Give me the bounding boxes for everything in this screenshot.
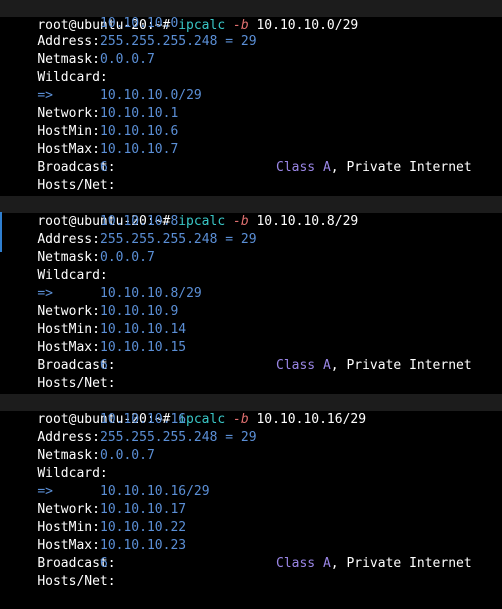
hosts-net-row: Hosts/Net: 6 Class A, Private Internet xyxy=(6,357,471,391)
wildcard-row: Wildcard: 0.0.0.7 xyxy=(6,249,154,283)
network-value: 10.10.10.0/29 xyxy=(100,88,202,103)
class-description: , Private Internet xyxy=(330,556,472,571)
hosts-net-label: Hosts/Net: xyxy=(37,376,116,391)
command-flag: -b xyxy=(233,214,249,229)
hostmax-row: HostMax: 10.10.10.14 xyxy=(6,321,186,355)
hostmin-row: HostMin: 10.10.10.9 xyxy=(6,303,178,337)
netmask-value: 255.255.255.248 = 29 xyxy=(100,34,257,49)
arrow-row: => xyxy=(6,465,53,499)
network-value: 10.10.10.8/29 xyxy=(100,286,202,301)
command-name: ipcalc xyxy=(178,18,226,33)
hostmin-value: 10.10.10.1 xyxy=(100,106,179,121)
command-argument: 10.10.10.0/29 xyxy=(256,18,359,33)
command-line[interactable]: root@ubuntu-20:~# ipcalc -b 10.10.10.16/… xyxy=(6,393,366,427)
network-row: Network: 10.10.10.0/29 xyxy=(6,87,201,121)
address-value: 10.10.10.0 xyxy=(100,16,179,31)
netmask-row: Netmask: 255.255.255.248 = 29 xyxy=(6,429,256,463)
wildcard-value: 0.0.0.7 xyxy=(100,448,155,463)
hosts-net-label: Hosts/Net: xyxy=(37,574,116,589)
hostmax-value: 10.10.10.14 xyxy=(100,322,187,337)
broadcast-row: Broadcast: 10.10.10.23 xyxy=(6,537,186,571)
network-class: Class A, Private Internet xyxy=(276,357,472,375)
wildcard-value: 0.0.0.7 xyxy=(100,52,155,67)
hostmax-value: 10.10.10.6 xyxy=(100,124,179,139)
network-row: Network: 10.10.10.16/29 xyxy=(6,483,209,517)
netmask-value: 255.255.255.248 = 29 xyxy=(100,232,257,247)
command-argument: 10.10.10.8/29 xyxy=(256,214,359,229)
hosts-net-row: Hosts/Net: 6 Class A, Private Internet xyxy=(6,555,471,589)
class-description: , Private Internet xyxy=(330,358,472,373)
command-flag: -b xyxy=(233,412,249,427)
netmask-row: Netmask: 255.255.255.248 = 29 xyxy=(6,231,256,265)
broadcast-row: Broadcast: 10.10.10.15 xyxy=(6,339,186,373)
address-row: Address: 10.10.10.8 xyxy=(6,213,178,247)
netmask-value: 255.255.255.248 = 29 xyxy=(100,430,257,445)
hosts-net-label: Hosts/Net: xyxy=(37,178,116,193)
command-line[interactable]: root@ubuntu-20:~# ipcalc -b 10.10.10.8/2… xyxy=(6,195,358,229)
hosts-net-row: Hosts/Net: 6 Class A, Private Internet xyxy=(6,159,471,193)
address-row: Address: 10.10.10.0 xyxy=(6,15,178,49)
address-value: 10.10.10.16 xyxy=(100,412,187,427)
hosts-net-value: 6 xyxy=(100,160,108,175)
arrow-row: => xyxy=(6,267,53,301)
network-class: Class A, Private Internet xyxy=(276,159,472,177)
arrow-row: => xyxy=(6,69,53,103)
class-description: , Private Internet xyxy=(330,160,472,175)
hostmax-value: 10.10.10.22 xyxy=(100,520,187,535)
wildcard-row: Wildcard: 0.0.0.7 xyxy=(6,447,154,481)
broadcast-value: 10.10.10.23 xyxy=(100,538,187,553)
netmask-row: Netmask: 255.255.255.248 = 29 xyxy=(6,33,256,67)
address-value: 10.10.10.8 xyxy=(100,214,179,229)
class-label: Class A xyxy=(276,556,331,571)
class-label: Class A xyxy=(276,358,331,373)
broadcast-value: 10.10.10.7 xyxy=(100,142,179,157)
selection-edge-marker xyxy=(0,212,2,252)
hostmin-row: HostMin: 10.10.10.1 xyxy=(6,105,178,139)
hostmin-value: 10.10.10.17 xyxy=(100,502,187,517)
network-value: 10.10.10.16/29 xyxy=(100,484,210,499)
hostmax-row: HostMax: 10.10.10.22 xyxy=(6,519,186,553)
class-label: Class A xyxy=(276,160,331,175)
hostmin-row: HostMin: 10.10.10.17 xyxy=(6,501,186,535)
hostmin-value: 10.10.10.9 xyxy=(100,304,179,319)
command-argument: 10.10.10.16/29 xyxy=(256,412,367,427)
terminal-window[interactable]: root@ubuntu-20:~# ipcalc -b 10.10.10.0/2… xyxy=(0,0,502,589)
address-row: Address: 10.10.10.16 xyxy=(6,411,186,445)
network-row: Network: 10.10.10.8/29 xyxy=(6,285,201,319)
wildcard-row: Wildcard: 0.0.0.7 xyxy=(6,51,154,85)
hosts-net-value: 6 xyxy=(100,556,108,571)
hostmax-row: HostMax: 10.10.10.6 xyxy=(6,123,178,157)
broadcast-value: 10.10.10.15 xyxy=(100,340,187,355)
broadcast-row: Broadcast: 10.10.10.7 xyxy=(6,141,178,175)
network-class: Class A, Private Internet xyxy=(276,555,472,573)
wildcard-value: 0.0.0.7 xyxy=(100,250,155,265)
command-name: ipcalc xyxy=(178,214,226,229)
command-flag: -b xyxy=(233,18,249,33)
hosts-net-value: 6 xyxy=(100,358,108,373)
